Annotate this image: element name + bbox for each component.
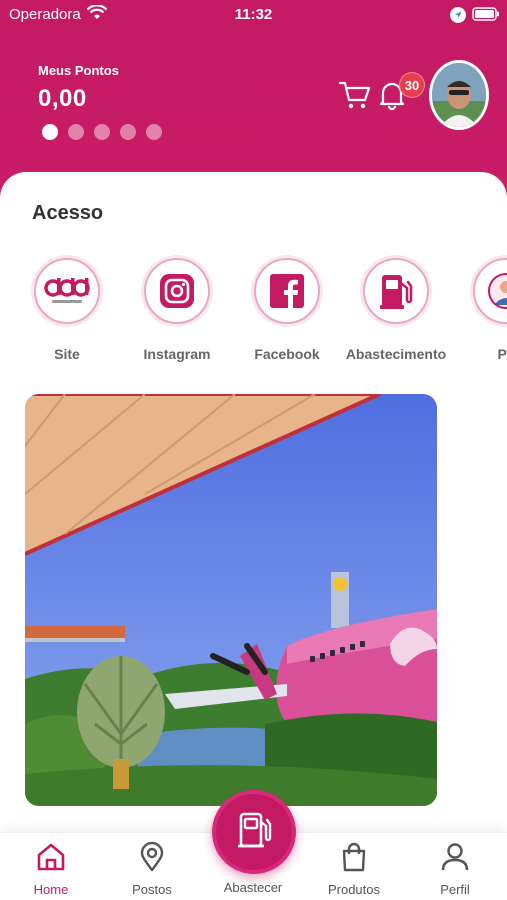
profile-icon [488, 273, 507, 309]
access-label: Abastecimento [345, 346, 447, 362]
access-circle [473, 258, 507, 324]
carousel-dot[interactable] [146, 124, 162, 140]
status-bar: Operadora 11:32 [0, 0, 507, 30]
map-pin-icon [140, 841, 164, 872]
access-label: Instagram [143, 346, 211, 362]
access-circle [363, 258, 429, 324]
nav-label: Perfil [440, 882, 470, 897]
access-label: Facebook [254, 346, 320, 362]
access-shortcuts: Site Instagram Facebook Abastecimento P [0, 258, 507, 368]
access-item-facebook[interactable]: Facebook [232, 258, 342, 362]
access-label: Pe [497, 346, 507, 362]
avatar-photo [432, 63, 486, 127]
home-icon [37, 843, 65, 871]
access-item-perfil[interactable]: Pe [451, 258, 507, 362]
nav-label: Postos [132, 882, 172, 897]
nav-label: Home [33, 882, 69, 897]
access-label: Site [54, 346, 80, 362]
avatar[interactable] [429, 60, 489, 130]
carousel-dot[interactable] [68, 124, 84, 140]
status-time: 11:32 [234, 6, 273, 23]
access-circle [254, 258, 320, 324]
nav-postos[interactable]: Postos [107, 841, 197, 897]
nav-label: Produtos [327, 882, 381, 897]
cart-icon[interactable] [339, 80, 371, 110]
access-item-site[interactable]: Site [12, 258, 122, 362]
banner-photo [25, 394, 437, 806]
access-circle [144, 258, 210, 324]
points-label: Meus Pontos [38, 63, 119, 78]
user-icon [441, 843, 469, 871]
instagram-icon [160, 274, 194, 308]
fuel-pump-icon [380, 275, 413, 309]
promo-banner[interactable] [25, 394, 437, 806]
carousel-dot[interactable] [120, 124, 136, 140]
battery-icon [472, 7, 499, 21]
access-circle [34, 258, 100, 324]
carousel-dot[interactable] [94, 124, 110, 140]
notification-badge: 30 [399, 72, 425, 98]
shopping-bag-icon [342, 842, 366, 872]
nav-home[interactable]: Home [6, 841, 96, 897]
carousel-dot[interactable] [42, 124, 58, 140]
access-item-instagram[interactable]: Instagram [122, 258, 232, 362]
section-title-acesso: Acesso [32, 202, 104, 224]
fuel-pump-icon [238, 812, 272, 848]
abastecer-button[interactable] [212, 790, 296, 874]
carousel-dots [42, 124, 162, 140]
nav-produtos[interactable]: Produtos [309, 841, 399, 897]
ddd-autopostos-logo [44, 278, 90, 303]
nav-perfil[interactable]: Perfil [410, 841, 500, 897]
location-arrow-icon [450, 7, 466, 23]
nav-label-abastecer: Abastecer [223, 880, 283, 895]
points-value: 0,00 [38, 85, 87, 112]
points-header: Meus Pontos 0,00 30 [0, 30, 507, 190]
facebook-icon [270, 274, 304, 308]
access-item-abastecimento[interactable]: Abastecimento [341, 258, 451, 362]
